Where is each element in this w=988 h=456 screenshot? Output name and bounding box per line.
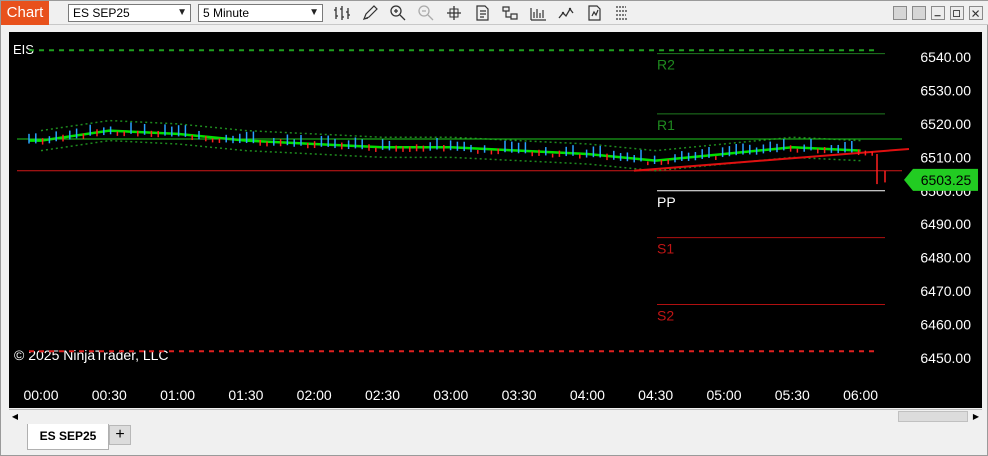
chevron-down-icon: ▼ [177, 7, 187, 18]
horizontal-scrollbar[interactable]: ◀ ▶ [9, 409, 982, 423]
y-tick-label: 6530.00 [920, 82, 971, 98]
tab-es-sep25[interactable]: ES SEP25 [27, 424, 109, 450]
y-tick-label: 6490.00 [920, 216, 971, 232]
scroll-track[interactable] [23, 412, 968, 422]
indicators-icon[interactable] [528, 4, 548, 22]
zoom-out-icon[interactable] [416, 4, 436, 22]
close-icon[interactable] [969, 6, 983, 20]
y-tick-label: 6450.00 [920, 350, 971, 366]
y-tick-label: 6540.00 [920, 49, 971, 65]
maximize-icon[interactable] [950, 6, 964, 20]
data-box-icon[interactable] [472, 4, 492, 22]
price-chart[interactable]: 6540.006530.006520.006510.006500.006490.… [9, 32, 982, 408]
x-tick-label: 05:00 [706, 387, 741, 403]
pivot-label-s2: S2 [657, 307, 674, 323]
instrument-select[interactable]: ES SEP25 ▼ [68, 4, 191, 22]
x-tick-label: 04:00 [570, 387, 605, 403]
interval-select[interactable]: 5 Minute ▼ [198, 4, 323, 22]
x-tick-label: 04:30 [638, 387, 673, 403]
instrument-tab-strip: ES SEP25 + [9, 424, 982, 452]
pivot-label-r2: R2 [657, 57, 675, 73]
x-tick-label: 01:00 [160, 387, 195, 403]
instrument-select-value: ES SEP25 [73, 6, 130, 20]
tile-button[interactable] [912, 6, 926, 20]
title-bar: Chart ES SEP25 ▼ 5 Minute ▼ [1, 1, 988, 25]
crosshair-icon[interactable] [444, 4, 464, 22]
chart-panel[interactable]: 6540.006530.006520.006510.006500.006490.… [9, 32, 982, 408]
scroll-right-icon[interactable]: ▶ [970, 411, 982, 423]
chart-trader-icon[interactable] [556, 4, 576, 22]
pivot-label-r1: R1 [657, 117, 675, 133]
bar-type-icon[interactable] [332, 4, 352, 22]
draw-tool-icon[interactable] [360, 4, 380, 22]
x-tick-label: 01:30 [228, 387, 263, 403]
interval-select-value: 5 Minute [203, 6, 250, 20]
chart-window-tab[interactable]: Chart [1, 1, 49, 25]
y-tick-label: 6520.00 [920, 116, 971, 132]
link-button[interactable] [893, 6, 907, 20]
y-tick-label: 6470.00 [920, 283, 971, 299]
pivot-label-pp: PP [657, 194, 676, 210]
minimize-icon[interactable] [931, 6, 945, 20]
copyright-text: © 2025 NinjaTrader, LLC [14, 347, 169, 363]
x-tick-label: 03:30 [502, 387, 537, 403]
pivot-label-s1: S1 [657, 241, 674, 257]
zoom-in-icon[interactable] [388, 4, 408, 22]
x-tick-label: 02:30 [365, 387, 400, 403]
x-tick-label: 06:00 [843, 387, 878, 403]
current-price-label: 6503.25 [921, 172, 972, 188]
y-tick-label: 6510.00 [920, 149, 971, 165]
y-tick-label: 6460.00 [920, 317, 971, 333]
x-tick-label: 00:00 [23, 387, 58, 403]
scroll-left-icon[interactable]: ◀ [9, 411, 21, 423]
strategies-icon[interactable] [500, 4, 520, 22]
snapshot-icon[interactable] [612, 4, 632, 22]
x-tick-label: 05:30 [775, 387, 810, 403]
x-tick-label: 00:30 [92, 387, 127, 403]
chart-window: Chart ES SEP25 ▼ 5 Minute ▼ 6540.00 6530… [0, 0, 988, 456]
x-tick-label: 03:00 [433, 387, 468, 403]
x-tick-label: 02:00 [297, 387, 332, 403]
chevron-down-icon: ▼ [309, 7, 319, 18]
add-tab-button[interactable]: + [109, 425, 131, 445]
scroll-thumb[interactable] [898, 411, 968, 422]
y-tick-label: 6480.00 [920, 250, 971, 266]
properties-icon[interactable] [584, 4, 604, 22]
